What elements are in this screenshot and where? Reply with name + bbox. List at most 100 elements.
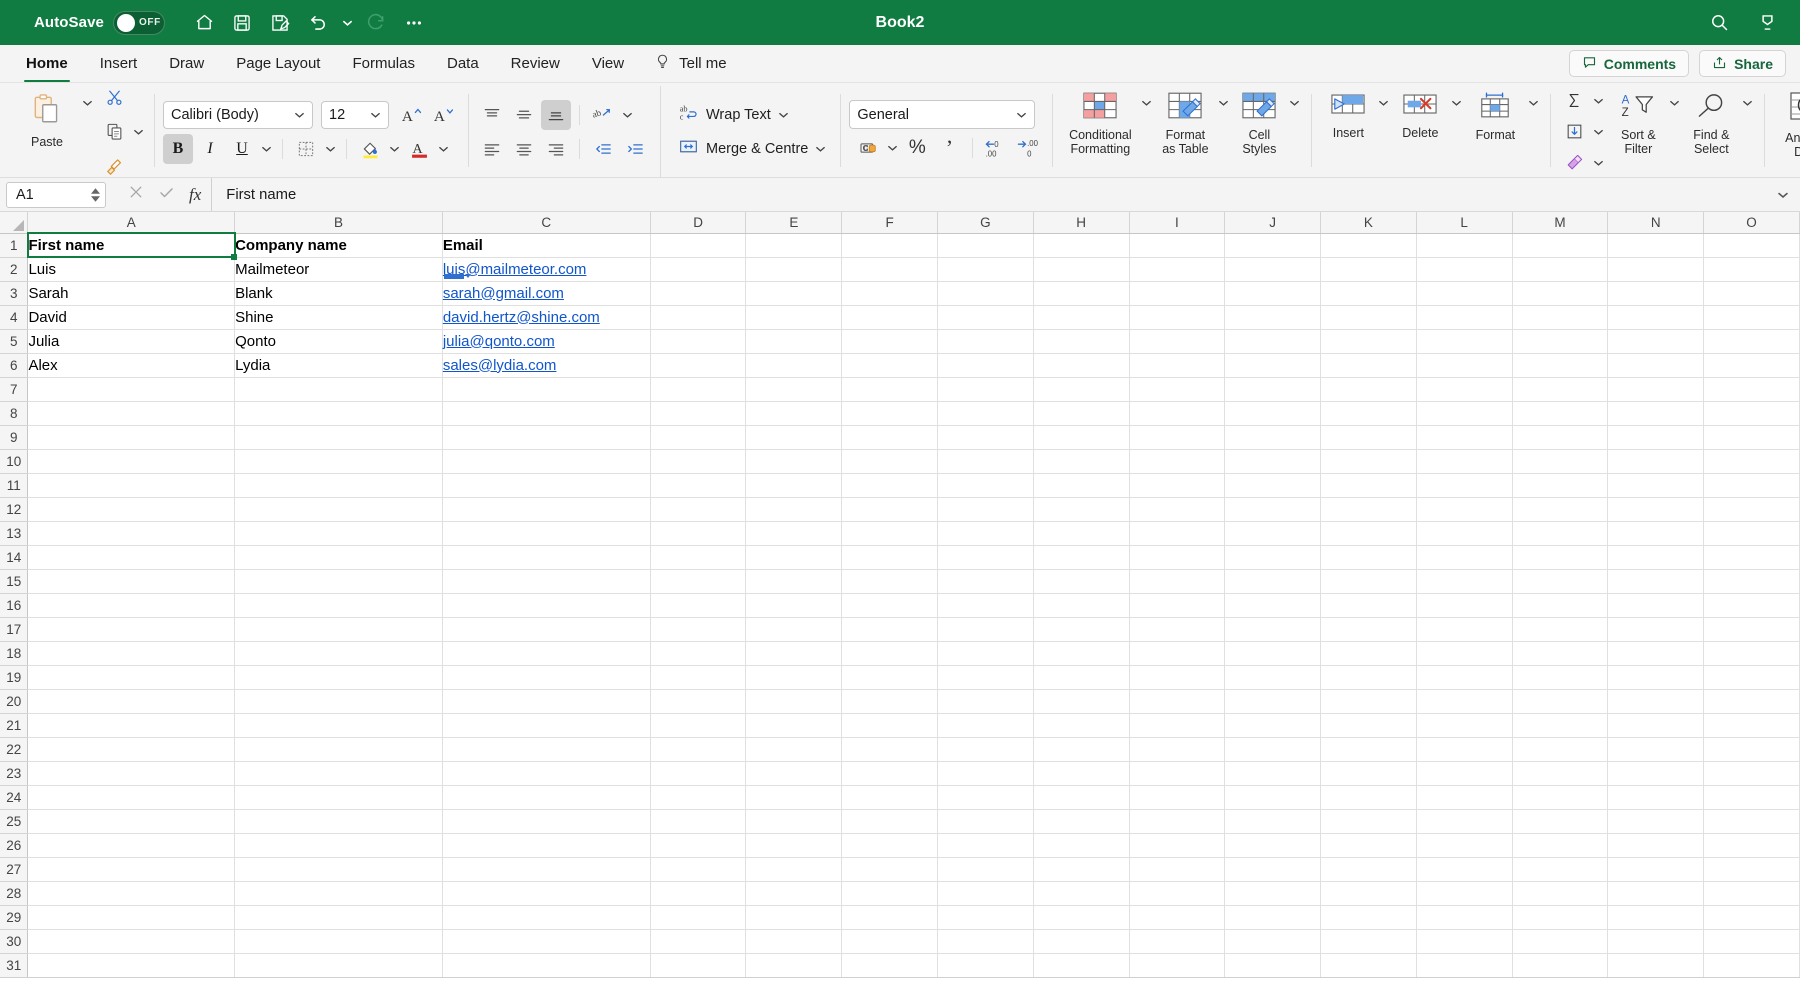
cell-G16[interactable]: [937, 593, 1034, 618]
cell-J4[interactable]: [1224, 305, 1322, 330]
cell-A22[interactable]: [27, 737, 236, 762]
cell-I26[interactable]: [1129, 833, 1226, 858]
cell-E23[interactable]: [745, 761, 843, 786]
cell-J26[interactable]: [1224, 833, 1322, 858]
cell-H21[interactable]: [1033, 713, 1130, 738]
cell-E8[interactable]: [745, 401, 843, 426]
cell-A5[interactable]: Julia: [27, 329, 236, 354]
cell-J20[interactable]: [1224, 689, 1322, 714]
cell-N26[interactable]: [1607, 833, 1705, 858]
cell-G13[interactable]: [937, 521, 1034, 546]
cell-L16[interactable]: [1416, 593, 1513, 618]
cell-F20[interactable]: [841, 689, 938, 714]
confirm-formula-icon[interactable]: [158, 184, 175, 206]
cell-L20[interactable]: [1416, 689, 1513, 714]
cell-E16[interactable]: [745, 593, 843, 618]
row-header-13[interactable]: 13: [0, 521, 29, 546]
cell-L12[interactable]: [1416, 497, 1513, 522]
cell-J18[interactable]: [1224, 641, 1322, 666]
cell-G27[interactable]: [937, 857, 1034, 882]
cell-B27[interactable]: [234, 857, 443, 882]
row-header-11[interactable]: 11: [0, 473, 29, 498]
cell-A27[interactable]: [27, 857, 236, 882]
cell-L18[interactable]: [1416, 641, 1513, 666]
cell-H17[interactable]: [1033, 617, 1130, 642]
cell-I15[interactable]: [1129, 569, 1226, 594]
row-header-3[interactable]: 3: [0, 281, 29, 306]
cell-I2[interactable]: [1129, 257, 1226, 282]
cell-E19[interactable]: [745, 665, 843, 690]
tab-view[interactable]: View: [576, 45, 640, 82]
cell-N28[interactable]: [1607, 881, 1705, 906]
row-header-14[interactable]: 14: [0, 545, 29, 570]
format-cells-chevron-down-icon[interactable]: [1526, 86, 1541, 120]
cell-K2[interactable]: [1320, 257, 1417, 282]
row-header-9[interactable]: 9: [0, 425, 29, 450]
cell-J6[interactable]: [1224, 353, 1322, 378]
cell-M22[interactable]: [1512, 737, 1609, 762]
cell-H13[interactable]: [1033, 521, 1130, 546]
cell-F26[interactable]: [841, 833, 938, 858]
tab-insert[interactable]: Insert: [84, 45, 154, 82]
cell-E24[interactable]: [745, 785, 843, 810]
cell-J12[interactable]: [1224, 497, 1322, 522]
align-left-button[interactable]: [477, 134, 507, 164]
cell-J17[interactable]: [1224, 617, 1322, 642]
cell-C13[interactable]: [442, 521, 651, 546]
cell-G20[interactable]: [937, 689, 1034, 714]
cell-C15[interactable]: [442, 569, 651, 594]
cell-A14[interactable]: [27, 545, 236, 570]
cell-A7[interactable]: [27, 377, 236, 402]
cell-L31[interactable]: [1416, 953, 1513, 978]
clear-chevron-down-icon[interactable]: [1591, 149, 1606, 177]
cell-K10[interactable]: [1320, 449, 1417, 474]
cell-K28[interactable]: [1320, 881, 1417, 906]
cell-G18[interactable]: [937, 641, 1034, 666]
cell-H1[interactable]: [1033, 233, 1130, 258]
cell-N10[interactable]: [1607, 449, 1705, 474]
cell-N24[interactable]: [1607, 785, 1705, 810]
cell-K13[interactable]: [1320, 521, 1417, 546]
cell-C21[interactable]: [442, 713, 651, 738]
cell-F24[interactable]: [841, 785, 938, 810]
cell-L23[interactable]: [1416, 761, 1513, 786]
cell-F10[interactable]: [841, 449, 938, 474]
fill-handle[interactable]: [231, 253, 238, 260]
cell-H23[interactable]: [1033, 761, 1130, 786]
cell-L27[interactable]: [1416, 857, 1513, 882]
cell-B19[interactable]: [234, 665, 443, 690]
cell-N29[interactable]: [1607, 905, 1705, 930]
cell-C7[interactable]: [442, 377, 651, 402]
cell-O11[interactable]: [1703, 473, 1800, 498]
cell-D15[interactable]: [650, 569, 747, 594]
align-centre-button[interactable]: [509, 134, 539, 164]
cell-N14[interactable]: [1607, 545, 1705, 570]
cell-J7[interactable]: [1224, 377, 1322, 402]
find-select-chevron-down-icon[interactable]: [1740, 86, 1755, 120]
column-header-k[interactable]: K: [1320, 212, 1417, 234]
increase-font-size-button[interactable]: A: [397, 100, 427, 130]
decrease-indent-button[interactable]: [588, 134, 618, 164]
cell-C17[interactable]: [442, 617, 651, 642]
cell-O16[interactable]: [1703, 593, 1800, 618]
cell-D1[interactable]: [650, 233, 747, 258]
cell-B3[interactable]: Blank: [234, 281, 443, 306]
cell-E15[interactable]: [745, 569, 843, 594]
font-colour-dropdown-chevron-down-icon[interactable]: [436, 135, 451, 163]
row-header-8[interactable]: 8: [0, 401, 29, 426]
cell-A19[interactable]: [27, 665, 236, 690]
cell-M8[interactable]: [1512, 401, 1609, 426]
cell-I4[interactable]: [1129, 305, 1226, 330]
cell-L6[interactable]: [1416, 353, 1513, 378]
cancel-formula-icon[interactable]: [128, 184, 144, 205]
cell-A12[interactable]: [27, 497, 236, 522]
cell-I24[interactable]: [1129, 785, 1226, 810]
cell-C5[interactable]: julia@qonto.com: [442, 329, 651, 354]
cell-L10[interactable]: [1416, 449, 1513, 474]
cell-L24[interactable]: [1416, 785, 1513, 810]
cell-E1[interactable]: [745, 233, 843, 258]
cell-J5[interactable]: [1224, 329, 1322, 354]
row-header-27[interactable]: 27: [0, 857, 29, 882]
paste-button[interactable]: Paste: [14, 86, 80, 150]
name-box[interactable]: A1: [6, 181, 106, 208]
